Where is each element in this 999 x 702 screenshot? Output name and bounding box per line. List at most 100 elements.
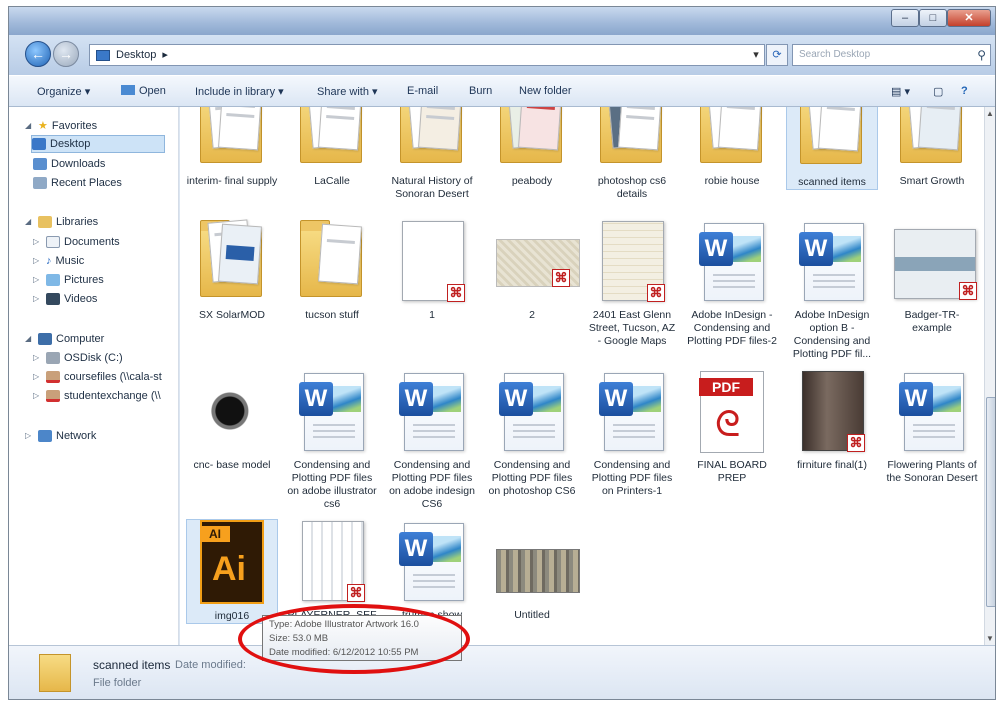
file-list: interim- final supply LaCalle Natural Hi… [180, 107, 984, 645]
folder-icon [692, 107, 772, 171]
scrollbar-thumb[interactable] [986, 397, 995, 607]
expand-icon[interactable]: ▷ [33, 252, 42, 270]
file-item[interactable]: cnc- base model [186, 369, 278, 472]
sidebar-item-coursefiles[interactable]: ▷ coursefiles (\\cala-st [33, 368, 162, 386]
maximize-button[interactable]: □ [919, 9, 947, 27]
scroll-down-icon[interactable]: ▼ [986, 634, 994, 643]
sidebar-item-favorites[interactable]: ◢ ★ Favorites [25, 117, 97, 135]
word-logo: W [799, 232, 833, 266]
sidebar-label: coursefiles (\\cala-st [64, 371, 162, 383]
sidebar-item-pictures[interactable]: ▷ Pictures [33, 271, 104, 289]
sidebar-item-desktop[interactable]: Desktop [31, 135, 165, 153]
window-controls: – □ ✕ [891, 9, 991, 27]
scroll-up-icon[interactable]: ▲ [986, 109, 994, 118]
sidebar-label: Desktop [50, 138, 91, 150]
sidebar-item-libraries[interactable]: ◢ Libraries [25, 213, 98, 231]
back-button[interactable]: ← [25, 41, 51, 67]
preview-pane-icon[interactable]: ▢ [933, 85, 943, 98]
pdf-badge-icon: ⌘ [959, 282, 977, 300]
selected-item-type: File folder [93, 677, 142, 689]
minimize-button[interactable]: – [891, 9, 919, 27]
expand-icon[interactable]: ◢ [25, 117, 34, 135]
help-icon[interactable]: ? [961, 85, 968, 97]
view-options-icon[interactable]: ▤ ▾ [891, 85, 910, 98]
expand-icon[interactable]: ◢ [25, 213, 34, 231]
word-logo: W [299, 382, 333, 416]
sidebar-item-downloads[interactable]: Downloads [33, 155, 105, 173]
sidebar-label: Libraries [56, 216, 99, 228]
word-file-item[interactable]: W Condensing and Plotting PDF files on a… [286, 369, 378, 511]
word-document-icon: W [392, 369, 472, 455]
word-file-item[interactable]: W Condensing and Plotting PDF files on a… [386, 369, 478, 511]
sidebar-item-documents[interactable]: ▷ Documents [33, 233, 120, 251]
sidebar-item-network[interactable]: ▷ Network [25, 427, 96, 445]
folder-item[interactable]: photoshop cs6 details [586, 107, 678, 201]
new-folder-button[interactable]: New folder [519, 85, 572, 97]
folder-item[interactable]: robie house [686, 107, 778, 188]
pdf-file-item[interactable]: ⌘ firniture final(1) [786, 369, 878, 472]
folder-item[interactable]: LaCalle [286, 107, 378, 188]
word-document-icon: W [392, 519, 472, 605]
forward-button[interactable]: → [53, 41, 79, 67]
expand-icon[interactable]: ▷ [33, 271, 42, 289]
word-file-item[interactable]: W Adobe InDesign option B -Condensing an… [786, 219, 878, 361]
search-input[interactable]: Search Desktop ⚲ [792, 44, 991, 66]
word-file-item[interactable]: W Condensing and Plotting PDF files on P… [586, 369, 678, 498]
search-icon[interactable]: ⚲ [977, 45, 986, 65]
folder-item[interactable]: Smart Growth [886, 107, 978, 188]
folder-item[interactable]: SX SolarMOD [186, 219, 278, 322]
expand-icon[interactable]: ▷ [33, 233, 42, 251]
address-bar[interactable]: Desktop ▸ ▾ [89, 44, 765, 66]
sidebar-item-studentexchange[interactable]: ▷ studentexchange (\\ [33, 387, 161, 405]
navigation-bar: ← → Desktop ▸ ▾ ⟳ Search Desktop ⚲ [9, 35, 995, 75]
expand-icon[interactable]: ▷ [33, 290, 42, 308]
sidebar-label: Computer [56, 333, 105, 345]
sidebar-label: Music [55, 255, 85, 267]
email-button[interactable]: E-mail [407, 85, 438, 97]
expand-icon[interactable]: ▷ [33, 368, 42, 386]
word-file-item[interactable]: W Adobe InDesign -Condensing and Plottin… [686, 219, 778, 348]
sidebar-item-videos[interactable]: ▷ Videos [33, 290, 97, 308]
pdf-file-item[interactable]: ⌘ Badger-TR-example [886, 219, 978, 335]
pdf-file-item[interactable]: ⌘ 2 [486, 219, 580, 322]
share-with-button[interactable]: Share with ▾ [317, 85, 378, 98]
pdf-file-item[interactable]: PDF ᘓ FINAL BOARD PREP [686, 369, 778, 485]
word-logo: W [499, 382, 533, 416]
breadcrumb-arrow-icon[interactable]: ▸ [162, 45, 168, 65]
illustrator-file-item[interactable]: AI Ai img016 [186, 519, 278, 624]
image-file-item[interactable]: Untitled [486, 519, 580, 622]
folder-item[interactable]: peabody [486, 107, 578, 188]
expand-icon[interactable]: ▷ [25, 427, 34, 445]
expand-icon[interactable]: ▷ [33, 349, 42, 367]
title-bar[interactable]: – □ ✕ [9, 7, 995, 35]
refresh-button[interactable]: ⟳ [766, 44, 788, 66]
word-file-item[interactable]: W Flowering Plants of the Sonoran Desert [886, 369, 978, 485]
close-button[interactable]: ✕ [947, 9, 991, 27]
folder-item[interactable]: Natural History of Sonoran Desert [386, 107, 478, 201]
organize-button[interactable]: Organize ▾ [37, 85, 90, 98]
folder-item[interactable]: interim- final supply [186, 107, 278, 188]
open-button[interactable]: Open [121, 85, 166, 97]
word-file-item[interactable]: W Condensing and Plotting PDF files on p… [486, 369, 578, 498]
folder-item-selected[interactable]: scanned items [786, 107, 878, 190]
expand-icon[interactable]: ◢ [25, 330, 34, 348]
chevron-down-icon[interactable]: ▾ [748, 45, 764, 65]
pdf-file-item[interactable]: ⌘ 2401 East Glenn Street, Tucson, AZ - G… [586, 219, 678, 348]
sidebar-label: Recent Places [51, 177, 122, 189]
include-in-library-button[interactable]: Include in library ▾ [195, 85, 284, 98]
pdf-file-item[interactable]: ⌘ 1 [386, 219, 478, 322]
folder-item[interactable]: tucson stuff [286, 219, 378, 322]
file-name: 2401 East Glenn Street, Tucson, AZ - Goo… [588, 309, 676, 347]
sidebar-item-osdisk[interactable]: ▷ OSDisk (C:) [33, 349, 123, 367]
sidebar-item-recent-places[interactable]: Recent Places [33, 174, 122, 192]
sidebar-item-computer[interactable]: ◢ Computer [25, 330, 104, 348]
expand-icon[interactable]: ▷ [33, 387, 42, 405]
libraries-icon [38, 216, 52, 228]
sidebar-label: Videos [64, 293, 98, 305]
pdf-badge-icon: ⌘ [847, 434, 865, 452]
burn-button[interactable]: Burn [469, 85, 492, 97]
sidebar-item-music[interactable]: ▷ ♪ Music [33, 252, 84, 270]
pdf-label: PDF [699, 378, 753, 396]
downloads-icon [33, 158, 47, 170]
vertical-scrollbar[interactable]: ▲ ▼ [984, 107, 995, 645]
